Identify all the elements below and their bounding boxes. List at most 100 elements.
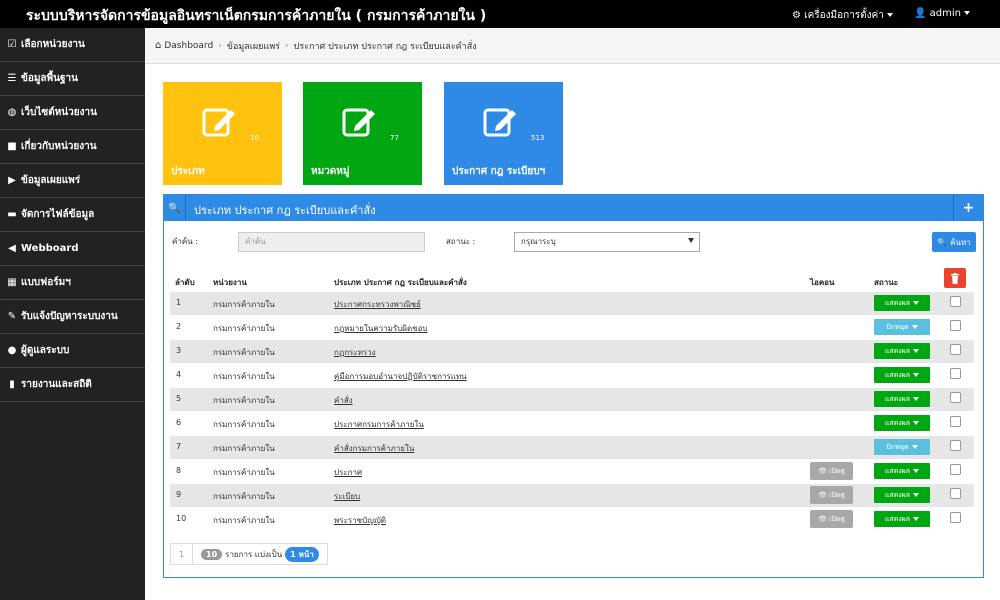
edit-icon bbox=[202, 108, 235, 137]
sidebar-item-admin[interactable]: ● ผู้ดูแลระบบ bbox=[0, 334, 145, 368]
row-type-link[interactable]: คำสั่ง bbox=[334, 394, 353, 407]
bullhorn-icon: ◀ bbox=[8, 243, 16, 254]
sidebar-item-issues[interactable]: ✎ รับแจ้งปัญหาระบบงาน bbox=[0, 300, 145, 334]
keyword-input[interactable]: คำค้น bbox=[238, 232, 425, 252]
row-number: 10 bbox=[176, 514, 187, 523]
status-dropdown-button[interactable]: แสดงผล bbox=[874, 511, 930, 527]
sidebar-item-about[interactable]: ■ เกี่ยวกับหน่วยงาน bbox=[0, 130, 145, 164]
bar-chart-icon: ▮ bbox=[9, 379, 15, 390]
row-type-link[interactable]: ประกาศกรมการค้าภายใน bbox=[334, 418, 424, 431]
row-type-link[interactable]: พระราชบัญญัติ bbox=[334, 514, 386, 527]
row-number: 9 bbox=[176, 490, 182, 499]
table-row: 1 กรมการค้าภายใน ประกาศกระทรวงพาณิชย์ แสดงผ… bbox=[170, 292, 974, 315]
breadcrumb-home[interactable]: Dashboard bbox=[164, 41, 213, 51]
status-dropdown-button[interactable]: แสดงผล bbox=[874, 391, 930, 407]
tile-count: 513 bbox=[531, 134, 545, 142]
sidebar-item-label: แบบฟอร์มฯ bbox=[21, 277, 71, 288]
table-row: 8 กรมการค้าภายใน ประกาศ 👁 เปิดดู แสดงผล bbox=[170, 460, 974, 483]
page-count-badge: 1 หน้า bbox=[285, 546, 319, 562]
tile-categories[interactable]: 77 หมวดหมู่ bbox=[303, 82, 422, 185]
row-checkbox[interactable] bbox=[950, 416, 961, 427]
sidebar-item-basic-data[interactable]: ☰ ข้อมูลพื้นฐาน bbox=[0, 62, 145, 96]
breadcrumb-separator: › bbox=[285, 40, 289, 51]
table-row: 10 กรมการค้าภายใน พระราชบัญญัติ 👁 เปิดดู แสดง… bbox=[170, 508, 974, 531]
row-unit: กรมการค้าภายใน bbox=[213, 348, 275, 357]
row-checkbox[interactable] bbox=[950, 320, 961, 331]
row-number: 8 bbox=[176, 466, 182, 475]
row-checkbox[interactable] bbox=[950, 296, 961, 307]
status-label: แสดงผล bbox=[884, 418, 911, 427]
status-dropdown-button[interactable]: ปักหมุด bbox=[874, 439, 930, 455]
caret-down-icon bbox=[913, 517, 920, 521]
table-row: 3 กรมการค้าภายใน กฎกระทรวง แสดงผล bbox=[170, 340, 974, 363]
row-type-link[interactable]: กฎหมายในความรับผิดชอบ bbox=[334, 322, 428, 335]
settings-menu[interactable]: ⚙ เครื่องมือการตั้งค่า bbox=[792, 8, 893, 23]
row-checkbox[interactable] bbox=[950, 392, 961, 403]
view-icon-button[interactable]: 👁 เปิดดู bbox=[810, 462, 853, 480]
table-icon: ▦ bbox=[7, 277, 17, 288]
sidebar-item-publish[interactable]: ▶ ข้อมูลเผยแพร่ bbox=[0, 164, 145, 198]
delete-button[interactable] bbox=[944, 268, 966, 288]
view-icon-button[interactable]: 👁 เปิดดู bbox=[810, 510, 853, 528]
row-number: 4 bbox=[176, 370, 182, 379]
column-header-icon: ไอคอน bbox=[810, 278, 835, 287]
edit-icon bbox=[483, 108, 516, 137]
sidebar-item-website[interactable]: ◍ เว็บไซต์หน่วยงาน bbox=[0, 96, 145, 130]
status-dropdown-button[interactable]: ปักหมุด bbox=[874, 319, 930, 335]
tile-count: 77 bbox=[390, 134, 399, 142]
search-button-label: ค้นหา bbox=[950, 237, 971, 247]
caret-down-icon bbox=[913, 421, 920, 425]
column-header-unit: หน่วยงาน bbox=[213, 278, 247, 287]
caret-down-icon bbox=[913, 301, 920, 305]
sidebar-item-reports[interactable]: ▮ รายงานและสถิติ bbox=[0, 368, 145, 402]
row-type-link[interactable]: คำสั่งกรมการค้าภายใน bbox=[334, 442, 414, 455]
status-select[interactable]: กรุณาระบุ bbox=[514, 232, 700, 252]
row-unit: กรมการค้าภายใน bbox=[213, 420, 275, 429]
status-dropdown-button[interactable]: แสดงผล bbox=[874, 343, 930, 359]
status-dropdown-button[interactable]: แสดงผล bbox=[874, 487, 930, 503]
sidebar-item-select-unit[interactable]: ☑ เลือกหน่วยงาน bbox=[0, 28, 145, 62]
status-dropdown-button[interactable]: แสดงผล bbox=[874, 463, 930, 479]
search-button[interactable]: 🔍 ค้นหา bbox=[932, 232, 976, 252]
row-type-link[interactable]: ระเบียบ bbox=[334, 490, 360, 503]
sidebar-item-webboard[interactable]: ◀ Webboard bbox=[0, 232, 145, 266]
view-icon-button[interactable]: 👁 เปิดดู bbox=[810, 486, 853, 504]
caret-down-icon bbox=[913, 373, 920, 377]
status-label: ปักหมุด bbox=[886, 322, 909, 331]
page-current[interactable]: 1 bbox=[171, 544, 193, 564]
row-type-link[interactable]: ประกาศกระทรวงพาณิชย์ bbox=[334, 298, 421, 311]
search-icon: 🔍 bbox=[164, 195, 186, 221]
wrench-icon: ✎ bbox=[7, 311, 17, 322]
status-dropdown-button[interactable]: แสดงผล bbox=[874, 415, 930, 431]
row-checkbox[interactable] bbox=[950, 440, 961, 451]
breadcrumb-parent[interactable]: ข้อมูลเผยแพร่ bbox=[227, 39, 280, 53]
sidebar-item-label: ผู้ดูแลระบบ bbox=[21, 345, 70, 356]
status-dropdown-button[interactable]: แสดงผล bbox=[874, 367, 930, 383]
row-checkbox[interactable] bbox=[950, 488, 961, 499]
total-count-badge: 10 bbox=[201, 548, 223, 560]
caret-down-icon bbox=[913, 469, 920, 473]
status-select-value: กรุณาระบุ bbox=[521, 237, 556, 246]
table-row: 2 กรมการค้าภายใน กฎหมายในความรับผิดชอบ ปักห… bbox=[170, 316, 974, 339]
eye-icon: 👁 bbox=[818, 467, 827, 475]
row-type-link[interactable]: ประกาศ bbox=[334, 466, 362, 479]
caret-down-icon bbox=[911, 445, 918, 449]
row-type-link[interactable]: คู่มือการมอบอำนาจปฏิบัติราชการแทน bbox=[334, 370, 467, 383]
user-menu[interactable]: 👤 admin bbox=[914, 8, 970, 19]
sidebar-item-label: Webboard bbox=[21, 243, 79, 254]
sidebar-item-files[interactable]: ▬ จัดการไฟล์ข้อมูล bbox=[0, 198, 145, 232]
row-checkbox[interactable] bbox=[950, 368, 961, 379]
row-checkbox[interactable] bbox=[950, 464, 961, 475]
row-number: 5 bbox=[176, 394, 182, 403]
row-checkbox[interactable] bbox=[950, 344, 961, 355]
tile-types[interactable]: 10 ประเภท bbox=[163, 82, 282, 185]
view-icon-label: เปิดดู bbox=[828, 514, 845, 523]
row-checkbox[interactable] bbox=[950, 512, 961, 523]
status-dropdown-button[interactable]: แสดงผล bbox=[874, 295, 930, 311]
video-icon: ▶ bbox=[8, 175, 16, 186]
row-type-link[interactable]: กฎกระทรวง bbox=[334, 346, 376, 359]
sidebar-item-forms[interactable]: ▦ แบบฟอร์มฯ bbox=[0, 266, 145, 300]
add-button[interactable]: + bbox=[953, 195, 983, 221]
list-icon: ☰ bbox=[7, 73, 17, 84]
tile-announcements[interactable]: 513 ประกาศ กฎ ระเบียบฯ bbox=[444, 82, 563, 185]
